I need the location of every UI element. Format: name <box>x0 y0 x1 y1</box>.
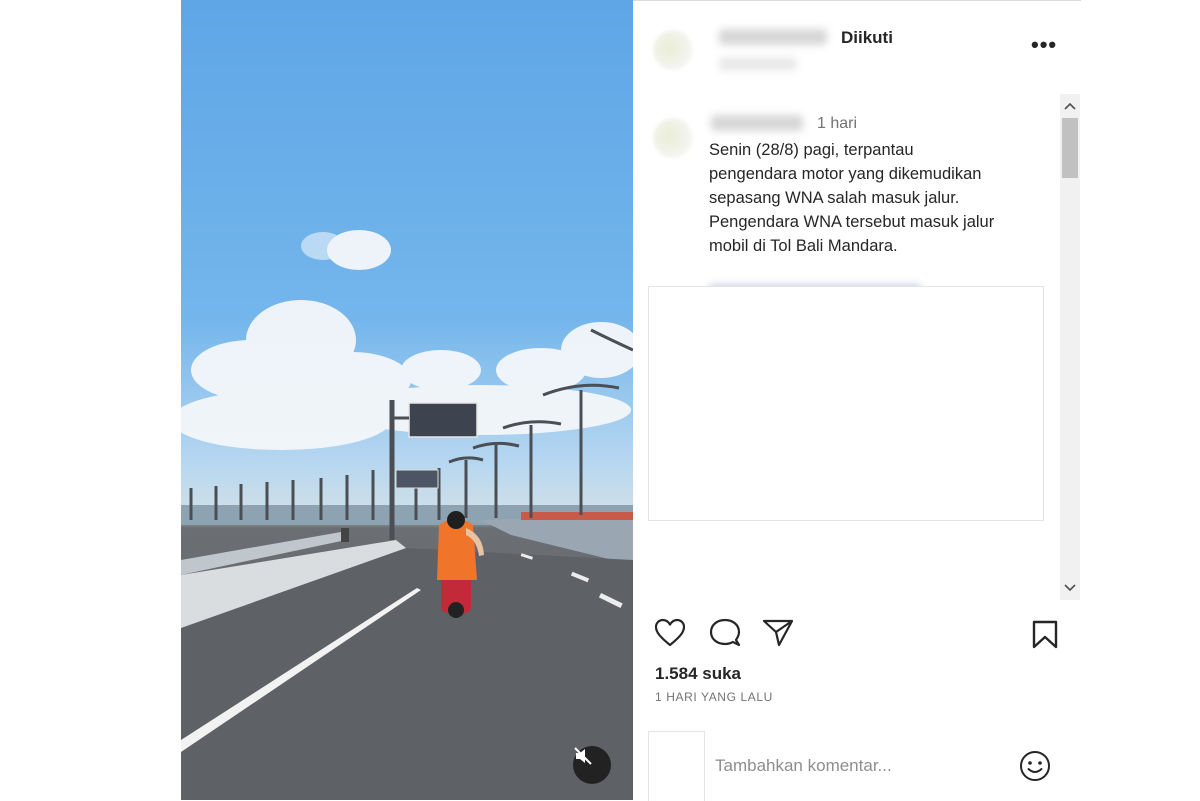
follow-status[interactable]: Diikuti <box>841 28 893 48</box>
comment-avatar-placeholder <box>648 731 705 801</box>
author-username-blurred[interactable] <box>719 29 827 45</box>
like-count[interactable]: 1.584 suka <box>655 664 741 684</box>
post-side-panel: Diikuti ••• 1 hari Senin (28/8) pagi, te… <box>633 0 1081 801</box>
caption-line: Senin (28/8) pagi, terpantau <box>709 141 914 159</box>
caption-username-blurred[interactable] <box>711 115 803 131</box>
more-options-icon[interactable]: ••• <box>1031 32 1057 58</box>
caption-line: mobil di Tol Bali Mandara. <box>709 237 898 255</box>
scroll-up-arrow-icon[interactable] <box>1060 96 1080 116</box>
caption-line: pengendara motor yang dikemudikan <box>709 165 982 183</box>
speaker-muted-icon <box>574 747 592 765</box>
scrollbar-thumb[interactable] <box>1062 118 1078 178</box>
scroll-down-arrow-icon[interactable] <box>1060 578 1080 598</box>
post-video[interactable] <box>181 0 633 800</box>
heart-icon[interactable] <box>654 618 686 648</box>
caption-line: Pengendara WNA tersebut masuk jalur <box>709 213 995 231</box>
caption-author-avatar[interactable] <box>653 118 693 158</box>
share-icon[interactable] <box>762 618 794 648</box>
post-header: Diikuti ••• <box>633 0 1081 92</box>
post-actions-bar <box>633 612 1081 662</box>
caption-line: sepasang WNA salah masuk jalur. <box>709 189 960 207</box>
post-timestamp: 1 HARI YANG LALU <box>655 690 773 704</box>
author-avatar[interactable] <box>653 30 693 70</box>
caption-text: Senin (28/8) pagi, terpantau pengendara … <box>709 138 1039 258</box>
author-location-blurred <box>719 58 797 70</box>
blank-overlay-box <box>648 286 1044 521</box>
comment-icon[interactable] <box>709 618 741 648</box>
mute-toggle-button[interactable] <box>573 746 611 784</box>
add-comment-input[interactable] <box>715 752 975 780</box>
comments-scrollbar[interactable] <box>1060 94 1080 600</box>
emoji-smiley-icon[interactable] <box>1019 750 1051 782</box>
video-frame-scene <box>181 230 633 800</box>
bookmark-icon[interactable] <box>1031 620 1059 650</box>
caption-time: 1 hari <box>817 115 858 132</box>
